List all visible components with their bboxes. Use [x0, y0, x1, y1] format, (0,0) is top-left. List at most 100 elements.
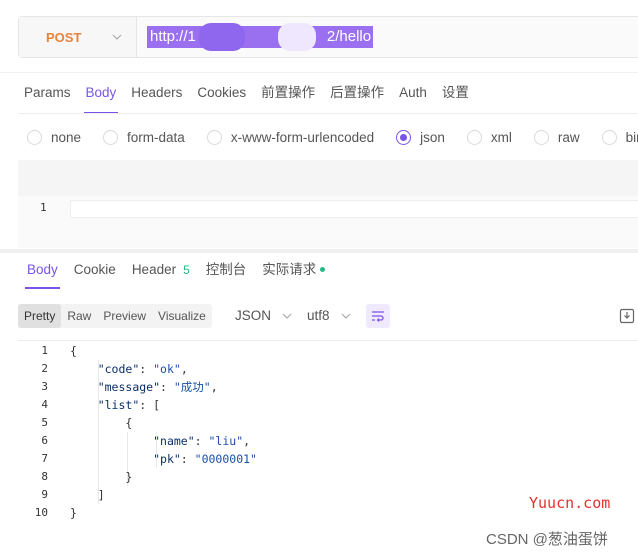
radio-circle[interactable] [27, 129, 42, 145]
redaction-mask [199, 23, 245, 51]
code-line: 6 "name": "liu", [18, 432, 638, 450]
format-select[interactable]: JSON [235, 304, 293, 328]
method-select[interactable]: POST [19, 17, 137, 57]
radio-label: form-data [127, 129, 185, 145]
json-value: "0000001" [194, 452, 257, 466]
header-count-badge: 5 [183, 263, 190, 277]
status-dot [320, 267, 326, 272]
code-text: "pk": "0000001" [153, 452, 257, 466]
json-key: "pk" [153, 452, 181, 466]
view-raw[interactable]: Raw [61, 304, 97, 328]
radio-circle[interactable] [396, 129, 412, 145]
radio-circle[interactable] [533, 129, 549, 145]
line-number: 1 [41, 344, 48, 357]
code-line: 3 "message": "成功", [18, 378, 638, 396]
tab-actual-request[interactable]: 实际请求 [262, 261, 326, 289]
radio-label: none [51, 129, 82, 145]
radio-label: x-www-form-urlencoded [230, 129, 375, 145]
code-text: { [70, 416, 133, 430]
line-number: 9 [41, 488, 48, 501]
wrap-icon [372, 311, 384, 322]
code-text: "code": "ok", [97, 362, 188, 376]
view-mode-segmented: Pretty Raw Preview Visualize [18, 304, 212, 328]
url-input[interactable]: http://1 2/hello [137, 17, 638, 57]
line-number: 7 [41, 452, 48, 465]
tab-params[interactable]: Params [24, 84, 71, 114]
tab-console[interactable]: 控制台 [206, 261, 247, 289]
redaction-mask [278, 23, 316, 51]
radio-xml[interactable]: xml [466, 129, 512, 145]
view-visualize[interactable]: Visualize [152, 304, 212, 328]
tab-auth[interactable]: Auth [399, 84, 427, 114]
line-number: 1 [40, 201, 47, 214]
tab-response-header[interactable]: Header 5 [132, 261, 190, 289]
code-text: "message": "成功", [97, 380, 218, 394]
json-value: "liu" [208, 434, 244, 448]
radio-none[interactable]: none [27, 129, 82, 145]
radio-json[interactable]: json [396, 129, 445, 145]
format-select-value: JSON [235, 308, 272, 323]
tab-headers[interactable]: Headers [131, 84, 182, 114]
body-editor: 1 [18, 196, 638, 222]
code-text: { [70, 344, 77, 358]
url-end: 2/hello [326, 28, 372, 45]
code-text: ] [70, 488, 105, 502]
code-line: 5 { [18, 414, 638, 432]
code-text: "name": "liu", [153, 434, 251, 448]
tab-response-body[interactable]: Body [25, 261, 60, 289]
divider [0, 72, 638, 73]
editor-body [18, 222, 638, 248]
code-line: 2 "code": "ok", [18, 360, 638, 378]
code-line: 7 "pk": "0000001" [18, 450, 638, 468]
code-text: "list": [ [97, 398, 161, 412]
tab-label: Cookie [73, 262, 116, 277]
line-number: 10 [34, 506, 48, 519]
radio-circle[interactable] [601, 129, 617, 145]
radio-circle[interactable] [466, 129, 482, 145]
tab-rule [18, 113, 638, 114]
line-number: 3 [41, 380, 48, 393]
tab-label: Body [27, 262, 58, 277]
radio-urlencoded[interactable]: x-www-form-urlencoded [206, 129, 375, 145]
json-value: "ok" [153, 362, 181, 376]
json-key: "code" [97, 362, 140, 376]
radio-circle[interactable] [103, 129, 119, 145]
radio-binary[interactable]: binar [601, 129, 638, 145]
tab-settings[interactable]: 设置 [442, 84, 469, 114]
json-value: "成功" [173, 380, 211, 394]
radio-circle[interactable] [206, 129, 222, 145]
code-line: 1{ [18, 342, 638, 360]
tab-body[interactable]: Body [83, 84, 119, 114]
line-number: 8 [41, 470, 48, 483]
tab-pre-script[interactable]: 前置操作 [261, 84, 315, 114]
radio-raw[interactable]: raw [533, 129, 580, 145]
tab-response-cookie[interactable]: Cookie [74, 261, 116, 289]
url-start: http://1 [150, 28, 196, 45]
tab-label: 实际请求 [262, 262, 317, 277]
code-line: 8 } [18, 468, 638, 486]
line-number: 5 [41, 416, 48, 429]
radio-label: xml [490, 129, 512, 145]
encoding-select[interactable]: utf8 [307, 304, 352, 328]
author-watermark: CSDN @葱油蛋饼 [486, 531, 608, 548]
json-key: "message" [97, 380, 161, 394]
body-editor-input[interactable] [70, 200, 638, 218]
download-icon[interactable] [618, 307, 636, 325]
view-preview[interactable]: Preview [97, 304, 152, 328]
method-label: POST [46, 29, 82, 45]
view-pretty[interactable]: Pretty [18, 304, 62, 328]
panel-splitter[interactable] [0, 249, 638, 253]
site-watermark: Yuucn.com [529, 494, 611, 512]
word-wrap-button[interactable] [366, 304, 390, 328]
chevron-down-icon [112, 34, 122, 40]
code-text: } [70, 470, 133, 484]
tab-post-script[interactable]: 后置操作 [330, 84, 384, 114]
response-toolbar: Pretty Raw Preview Visualize JSON utf8 [18, 304, 638, 328]
redaction-mask [245, 26, 278, 48]
body-type-radios: none form-data x-www-form-urlencoded jso… [27, 127, 638, 147]
radio-label: raw [557, 129, 580, 145]
tab-cookies[interactable]: Cookies [197, 84, 246, 114]
radio-form-data[interactable]: form-data [103, 129, 185, 145]
line-number: 4 [41, 398, 48, 411]
json-key: "name" [153, 434, 195, 448]
